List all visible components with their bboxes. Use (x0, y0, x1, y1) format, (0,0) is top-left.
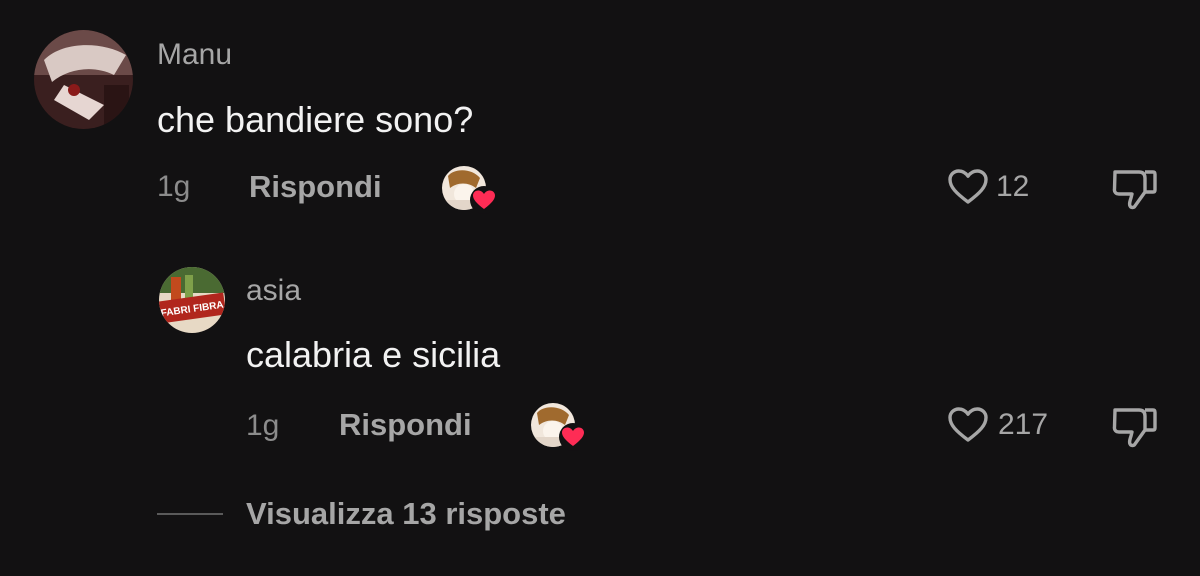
view-replies-button[interactable]: Visualizza 13 risposte (246, 496, 566, 532)
avatar-manu[interactable] (34, 30, 133, 129)
dislike-button[interactable] (1109, 164, 1159, 214)
like-count: 217 (998, 408, 1049, 441)
reply-button[interactable]: Rispondi (249, 169, 382, 205)
comment-text: che bandiere sono? (157, 99, 474, 140)
reply-timestamp: 1g (246, 409, 280, 442)
creator-liked-badge (442, 166, 498, 214)
like-count: 12 (996, 170, 1030, 203)
heart-outline-icon (948, 407, 988, 442)
heart-badge-icon (559, 423, 587, 451)
dislike-button[interactable] (1109, 402, 1159, 452)
thumbs-down-icon (1112, 170, 1157, 210)
thumbs-down-icon (1112, 408, 1157, 448)
replies-divider (157, 513, 223, 515)
comment-timestamp: 1g (157, 170, 191, 203)
like-button[interactable]: 217 (945, 402, 1055, 448)
creator-liked-badge (531, 403, 587, 451)
reply-text: calabria e sicilia (246, 334, 501, 375)
like-button[interactable]: 12 (945, 164, 1045, 210)
avatar-asia[interactable]: FABRI FIBRA (159, 267, 225, 333)
reply-username[interactable]: asia (246, 274, 301, 308)
comment-username[interactable]: Manu (157, 38, 232, 72)
heart-badge-icon (470, 186, 498, 214)
heart-outline-icon (948, 169, 988, 204)
reply-button[interactable]: Rispondi (339, 407, 472, 443)
